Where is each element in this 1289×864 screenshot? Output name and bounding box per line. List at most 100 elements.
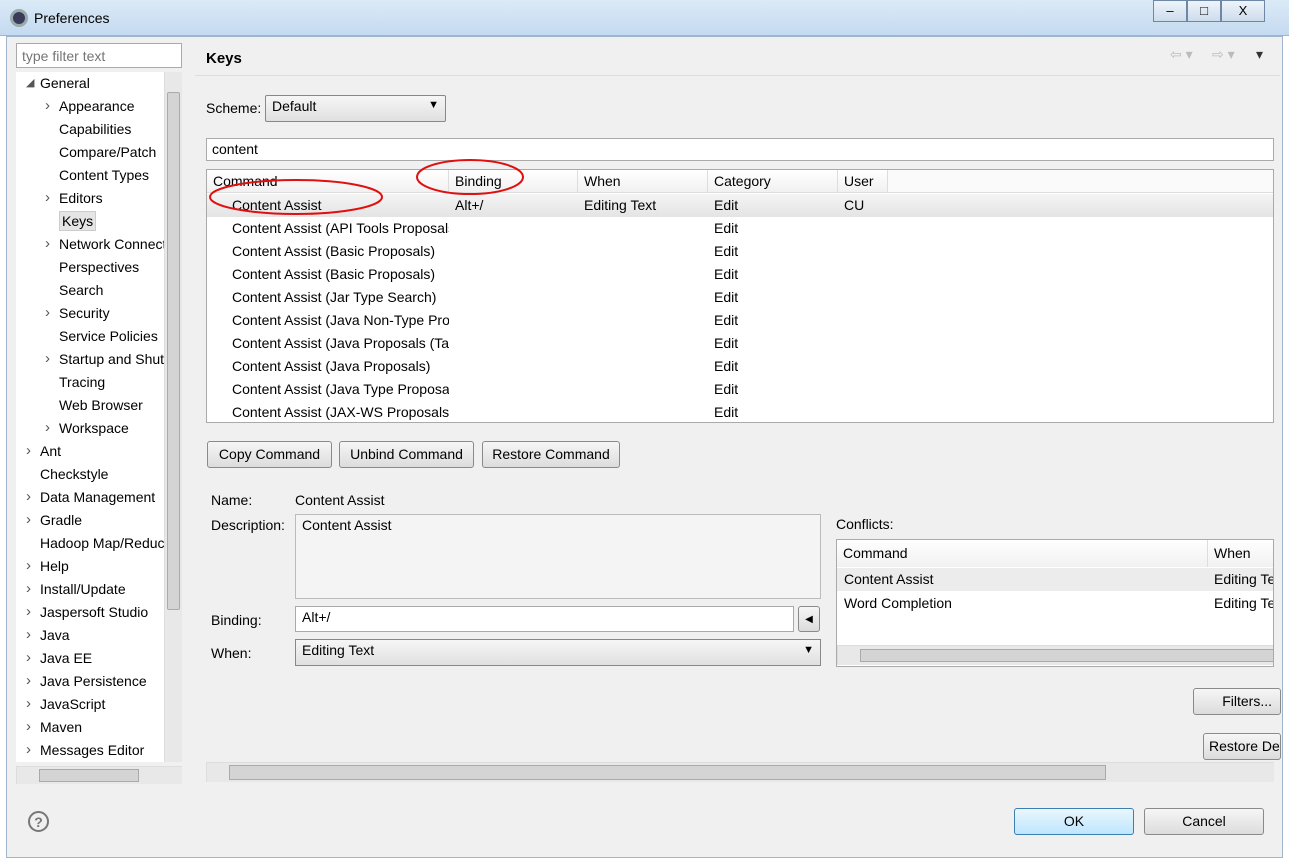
tree-item[interactable]: Web Browser bbox=[59, 394, 143, 416]
collapsed-arrow-icon[interactable]: › bbox=[26, 693, 31, 715]
tree-item[interactable]: Service Policies bbox=[59, 325, 158, 347]
back-arrow-icon[interactable]: ⇦ ▾ bbox=[1170, 46, 1193, 63]
conflicts-horizontal-scrollbar[interactable] bbox=[837, 645, 1273, 665]
binding-modifier-menu-button[interactable]: ◀ bbox=[798, 606, 820, 632]
collapsed-arrow-icon[interactable]: › bbox=[26, 578, 31, 600]
tree-item[interactable]: › Gradle bbox=[26, 509, 82, 531]
tree-item[interactable]: › Startup and Shutdown bbox=[45, 348, 164, 370]
tree-horizontal-scrollbar[interactable] bbox=[16, 766, 182, 784]
collapsed-arrow-icon[interactable]: › bbox=[26, 440, 31, 462]
tree-item[interactable]: › Security bbox=[45, 302, 110, 324]
close-button[interactable]: X bbox=[1221, 0, 1265, 22]
table-row[interactable]: Content Assist Alt+/ Editing Text Edit CU bbox=[207, 194, 1273, 217]
table-row[interactable]: Content Assist (Jar Type Search) Edit bbox=[207, 286, 1273, 309]
forward-arrow-icon[interactable]: ⇨ ▾ bbox=[1212, 46, 1235, 63]
copy-command-button[interactable]: Copy Command bbox=[207, 441, 332, 468]
table-row[interactable]: Content Assist (JAX-WS Proposals) Edit bbox=[207, 401, 1273, 422]
filters-button[interactable]: Filters... bbox=[1193, 688, 1281, 715]
tree-item-label: Service Policies bbox=[59, 328, 158, 344]
cell-command: Content Assist (API Tools Proposals) bbox=[232, 220, 449, 236]
collapsed-arrow-icon[interactable]: › bbox=[26, 601, 31, 623]
collapsed-arrow-icon[interactable]: › bbox=[26, 647, 31, 669]
table-row[interactable]: Content Assist (Java Proposals) Edit bbox=[207, 355, 1273, 378]
column-header-binding[interactable]: Binding bbox=[449, 170, 578, 192]
help-icon[interactable]: ? bbox=[28, 811, 49, 832]
scheme-select[interactable]: Default ▼ bbox=[265, 95, 446, 122]
tree-item[interactable]: › Java EE bbox=[26, 647, 92, 669]
page-title: Keys bbox=[206, 50, 242, 67]
collapsed-arrow-icon[interactable]: › bbox=[45, 302, 50, 324]
minimize-button[interactable]: – bbox=[1153, 0, 1187, 22]
tree-item[interactable]: Hadoop Map/Reduce bbox=[40, 532, 164, 554]
tree-item[interactable]: › Network Connections bbox=[45, 233, 164, 255]
maximize-button[interactable]: □ bbox=[1187, 0, 1221, 22]
tree-item[interactable]: Checkstyle bbox=[40, 463, 108, 485]
restore-defaults-button[interactable]: Restore Defaults bbox=[1203, 733, 1281, 760]
tree-item[interactable]: › Data Management bbox=[26, 486, 155, 508]
tree-item[interactable]: Compare/Patch bbox=[59, 141, 156, 163]
filter-input[interactable] bbox=[16, 43, 182, 68]
conflict-row[interactable]: Content Assist Editing Text bbox=[837, 568, 1273, 591]
tree-item-label: Search bbox=[59, 282, 104, 298]
column-header-category[interactable]: Category bbox=[708, 170, 838, 192]
tree-item[interactable]: ◢ General bbox=[26, 72, 90, 94]
view-menu-icon[interactable]: ▾ bbox=[1256, 46, 1263, 63]
tree-item[interactable]: › Workspace bbox=[45, 417, 129, 439]
when-select[interactable]: Editing Text ▼ bbox=[295, 639, 821, 666]
column-header-command[interactable]: Command bbox=[207, 170, 449, 192]
collapsed-arrow-icon[interactable]: › bbox=[26, 670, 31, 692]
collapsed-arrow-icon[interactable]: › bbox=[26, 624, 31, 646]
tree-item[interactable]: › Editors bbox=[45, 187, 103, 209]
table-row[interactable]: Content Assist (Basic Proposals) Edit bbox=[207, 263, 1273, 286]
tree-item[interactable]: Search bbox=[59, 279, 103, 301]
cancel-button[interactable]: Cancel bbox=[1144, 808, 1264, 835]
ok-button[interactable]: OK bbox=[1014, 808, 1134, 835]
binding-input[interactable]: Alt+/ bbox=[295, 606, 794, 632]
conflicts-column-command[interactable]: Command bbox=[837, 540, 1208, 567]
tree-item-label: Messages Editor bbox=[40, 742, 145, 758]
page-horizontal-scrollbar[interactable] bbox=[206, 762, 1274, 782]
collapsed-arrow-icon[interactable]: › bbox=[26, 486, 31, 508]
restore-command-button[interactable]: Restore Command bbox=[482, 441, 620, 468]
tree-item[interactable]: Keys bbox=[59, 210, 97, 232]
table-row[interactable]: Content Assist (Java Proposals (Task-Foc… bbox=[207, 332, 1273, 355]
collapsed-arrow-icon[interactable]: › bbox=[45, 187, 50, 209]
conflicts-column-when[interactable]: When bbox=[1208, 540, 1273, 567]
conflict-row[interactable]: Word Completion Editing Text bbox=[837, 592, 1273, 615]
collapsed-arrow-icon[interactable]: › bbox=[26, 555, 31, 577]
description-field[interactable]: Content Assist bbox=[295, 514, 821, 599]
tree-item[interactable]: › Messages Editor bbox=[26, 739, 145, 761]
collapsed-arrow-icon[interactable]: › bbox=[45, 233, 50, 255]
tree-item-label: Editors bbox=[59, 190, 103, 206]
collapsed-arrow-icon[interactable]: › bbox=[45, 95, 50, 117]
tree-item[interactable]: › Jaspersoft Studio bbox=[26, 601, 148, 623]
column-header-when[interactable]: When bbox=[578, 170, 708, 192]
collapsed-arrow-icon[interactable]: › bbox=[45, 348, 50, 370]
table-row[interactable]: Content Assist (Java Type Proposals) Edit bbox=[207, 378, 1273, 401]
tree-item[interactable]: Tracing bbox=[59, 371, 105, 393]
unbind-command-button[interactable]: Unbind Command bbox=[339, 441, 474, 468]
tree-item[interactable]: › Java bbox=[26, 624, 70, 646]
table-row[interactable]: Content Assist (API Tools Proposals) Edit bbox=[207, 217, 1273, 240]
tree-item[interactable]: Perspectives bbox=[59, 256, 139, 278]
tree-item-label: Compare/Patch bbox=[59, 144, 157, 160]
tree-vertical-scrollbar[interactable] bbox=[164, 72, 182, 762]
tree-item[interactable]: › Install/Update bbox=[26, 578, 126, 600]
tree-item[interactable]: › Java Persistence bbox=[26, 670, 147, 692]
table-row[interactable]: Content Assist (Basic Proposals) Edit bbox=[207, 240, 1273, 263]
tree-item[interactable]: Capabilities bbox=[59, 118, 131, 140]
tree-item[interactable]: › Help bbox=[26, 555, 69, 577]
tree-item[interactable]: › Maven bbox=[26, 716, 82, 738]
collapsed-arrow-icon[interactable]: › bbox=[26, 509, 31, 531]
tree-item[interactable]: › JavaScript bbox=[26, 693, 105, 715]
collapsed-arrow-icon[interactable]: › bbox=[45, 417, 50, 439]
expanded-arrow-icon[interactable]: ◢ bbox=[26, 72, 34, 94]
command-search-input[interactable]: content bbox=[206, 138, 1274, 161]
table-row[interactable]: Content Assist (Java Non-Type Proposals)… bbox=[207, 309, 1273, 332]
tree-item[interactable]: › Ant bbox=[26, 440, 61, 462]
tree-item[interactable]: Content Types bbox=[59, 164, 149, 186]
tree-item[interactable]: › Appearance bbox=[45, 95, 135, 117]
collapsed-arrow-icon[interactable]: › bbox=[26, 716, 31, 738]
column-header-user[interactable]: User bbox=[838, 170, 888, 192]
collapsed-arrow-icon[interactable]: › bbox=[26, 739, 31, 761]
